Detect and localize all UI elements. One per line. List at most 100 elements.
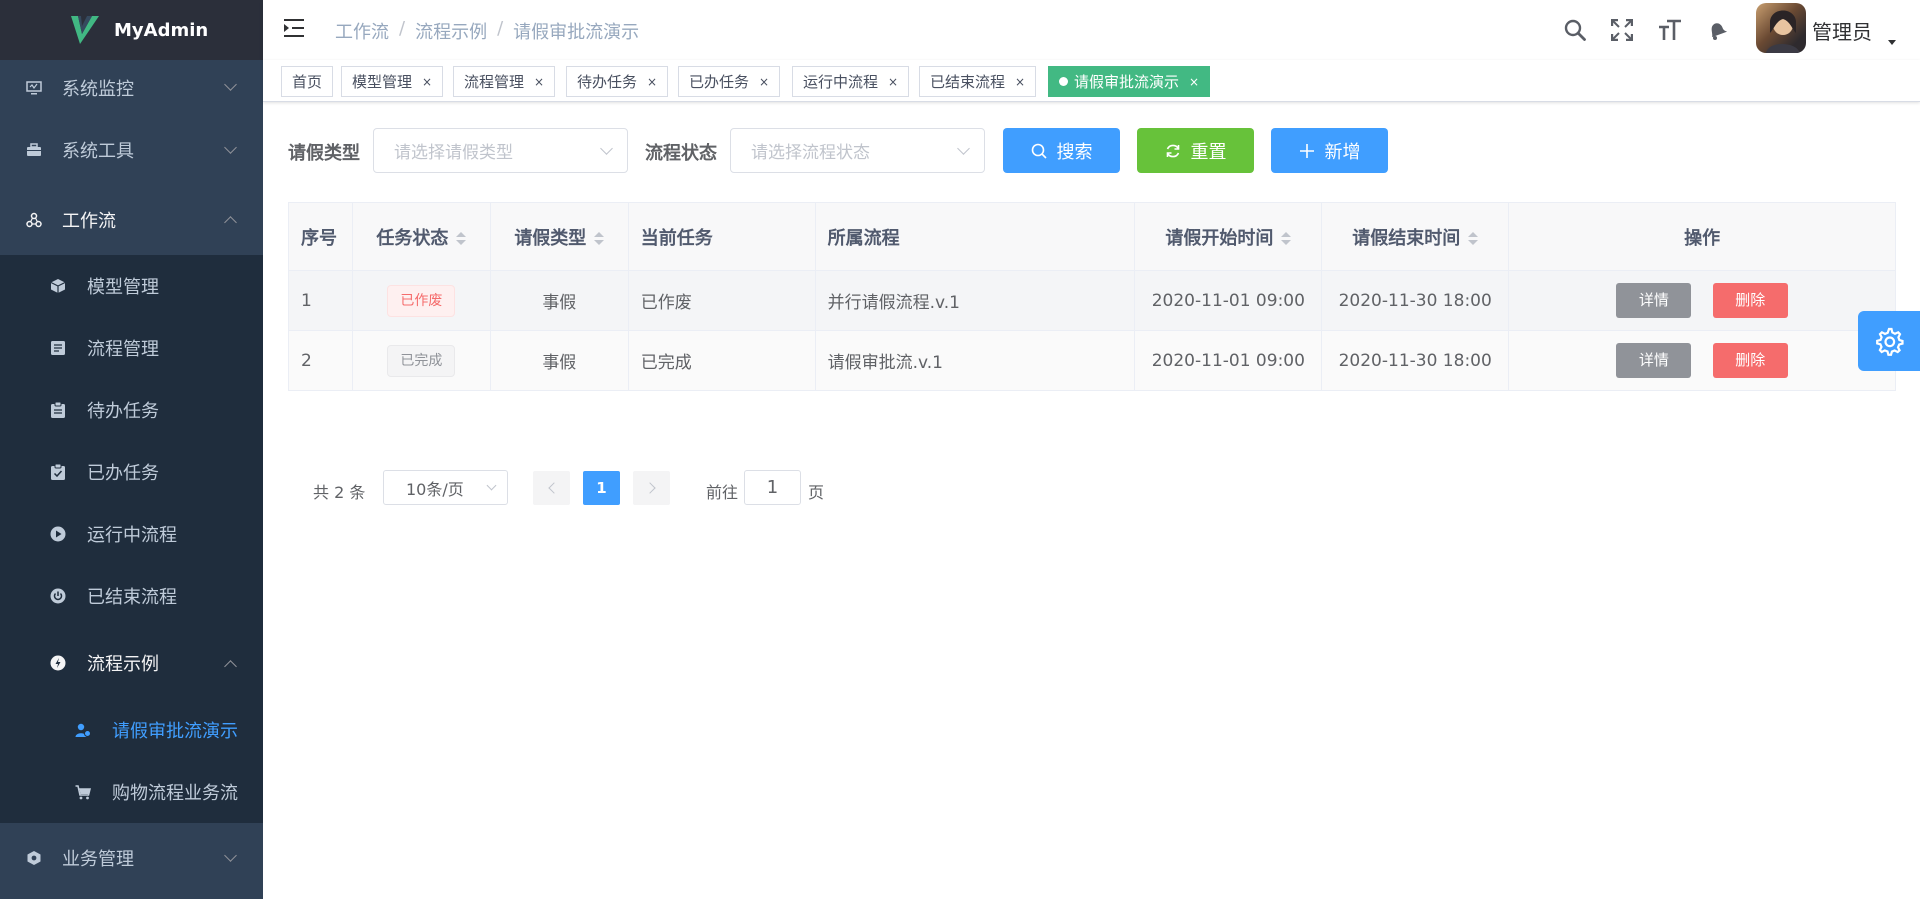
cell-actions: 详情 删除: [1508, 330, 1896, 391]
tag-label: 已办任务: [689, 73, 750, 91]
add-button[interactable]: 新增: [1271, 128, 1388, 173]
sidebar-item-workflow[interactable]: 工作流: [0, 185, 263, 255]
chevron-down-icon: [600, 142, 613, 155]
breadcrumb-separator: /: [497, 18, 504, 39]
clipboard-check-icon: [50, 464, 66, 480]
page-number-current[interactable]: 1: [583, 471, 620, 505]
goto-page-input[interactable]: 1: [744, 470, 801, 505]
sidebar-item-finished-process[interactable]: 已结束流程: [0, 565, 263, 627]
column-header-task-status[interactable]: 任务状态: [351, 202, 491, 271]
delete-button[interactable]: 删除: [1712, 283, 1788, 318]
detail-button[interactable]: 详情: [1616, 283, 1692, 318]
sort-icon[interactable]: [1468, 231, 1479, 246]
add-button-label: 新增: [1324, 141, 1361, 163]
tag-running-process[interactable]: 运行中流程 ×: [792, 66, 910, 97]
sort-icon[interactable]: [1281, 231, 1292, 246]
bell-icon[interactable]: [1703, 16, 1731, 44]
workflow-submenu: 模型管理 流程管理 待办任务 已办任务 运行中流程 已结束流程 流程示例 请假审…: [0, 255, 263, 823]
cell-actions: 详情 删除: [1508, 270, 1896, 331]
sidebar-item-running-process[interactable]: 运行中流程: [0, 503, 263, 565]
detail-button[interactable]: 详情: [1616, 343, 1692, 378]
sort-icon[interactable]: [456, 231, 467, 246]
sidebar-item-tools[interactable]: 系统工具: [0, 115, 263, 185]
avatar[interactable]: [1756, 3, 1806, 53]
sidebar: MyAdmin 系统监控 系统工具 工作流 模型管理 流程管理 待办任务 已办任…: [0, 0, 263, 899]
tag-model-management[interactable]: 模型管理 ×: [341, 66, 444, 97]
sidebar-item-process-examples[interactable]: 流程示例: [0, 627, 263, 699]
list-icon: [50, 340, 66, 356]
search-icon[interactable]: [1561, 16, 1589, 44]
breadcrumb-item[interactable]: 工作流: [335, 18, 389, 44]
navbar: 工作流 / 流程示例 / 请假审批流演示 管理员: [263, 0, 1920, 60]
column-header-actions: 操作: [1508, 202, 1896, 271]
reset-button-label: 重置: [1190, 141, 1227, 163]
cell-process: 请假审批流.v.1: [814, 330, 1136, 391]
sidebar-item-monitor[interactable]: 系统监控: [0, 60, 263, 115]
page-size-value: 10条/页: [406, 479, 464, 499]
leave-type-select[interactable]: 请选择请假类型: [373, 128, 628, 173]
cog-cube-icon: [26, 850, 42, 866]
tag-label: 首页: [292, 73, 323, 91]
prev-page-button[interactable]: [533, 471, 570, 505]
cell-index: 2: [288, 330, 353, 391]
user-name[interactable]: 管理员: [1812, 16, 1872, 45]
column-header-current-task: 当前任务: [627, 202, 816, 271]
chevron-down-icon: [224, 78, 237, 91]
sidebar-item-leave-approval-demo[interactable]: 请假审批流演示: [0, 699, 263, 761]
fullscreen-icon[interactable]: [1608, 16, 1636, 44]
next-page-button[interactable]: [633, 471, 670, 505]
tag-label: 已结束流程: [930, 73, 1006, 91]
sidebar-item-todo-tasks[interactable]: 待办任务: [0, 379, 263, 441]
status-badge: 已作废: [387, 284, 456, 317]
caret-down-icon[interactable]: [1888, 40, 1896, 45]
close-icon[interactable]: ×: [647, 75, 657, 89]
sidebar-item-label: 流程管理: [87, 339, 159, 360]
tag-done-tasks[interactable]: 已办任务 ×: [678, 66, 781, 97]
sidebar-item-done-tasks[interactable]: 已办任务: [0, 441, 263, 503]
tag-finished-process[interactable]: 已结束流程 ×: [919, 66, 1037, 97]
logo[interactable]: MyAdmin: [0, 0, 263, 60]
cell-current-task: 已作废: [627, 270, 816, 331]
tag-home[interactable]: 首页: [281, 66, 334, 97]
close-icon[interactable]: ×: [534, 75, 544, 89]
sidebar-item-label: 模型管理: [87, 277, 159, 298]
breadcrumb-item[interactable]: 流程示例: [415, 18, 487, 44]
sidebar-item-model-management[interactable]: 模型管理: [0, 255, 263, 317]
active-dot-icon: [1059, 77, 1068, 86]
close-icon[interactable]: ×: [888, 75, 898, 89]
close-icon[interactable]: ×: [422, 75, 432, 89]
delete-button[interactable]: 删除: [1712, 343, 1788, 378]
chevron-down-icon: [224, 141, 237, 154]
chevron-down-icon: [224, 849, 237, 862]
close-icon[interactable]: ×: [1189, 75, 1199, 89]
table-header-row: 序号 任务状态 请假类型 当前任务 所属流程 请假开始时间 请假结束时间 操作: [288, 202, 1896, 271]
clipboard-icon: [50, 402, 66, 418]
cell-leave-type: 事假: [489, 330, 629, 391]
font-size-icon[interactable]: [1656, 16, 1684, 44]
column-header-label: 请假结束时间: [1352, 227, 1461, 249]
monitor-icon: [26, 80, 42, 96]
sidebar-item-business[interactable]: 业务管理: [0, 823, 263, 893]
tag-process-management[interactable]: 流程管理 ×: [453, 66, 556, 97]
sidebar-item-shopping-process[interactable]: 购物流程业务流: [0, 761, 263, 823]
page-size-select[interactable]: 10条/页: [383, 470, 508, 505]
sidebar-item-label: 系统监控: [62, 78, 134, 100]
settings-button[interactable]: [1858, 311, 1920, 371]
column-header-leave-type[interactable]: 请假类型: [489, 202, 629, 271]
sort-icon[interactable]: [594, 231, 605, 246]
close-icon[interactable]: ×: [759, 75, 769, 89]
tag-todo-tasks[interactable]: 待办任务 ×: [566, 66, 669, 97]
hamburger-icon[interactable]: [283, 18, 305, 40]
close-icon[interactable]: ×: [1015, 75, 1025, 89]
chevron-down-icon: [957, 142, 970, 155]
tag-leave-approval-demo[interactable]: 请假审批流演示 ×: [1048, 66, 1211, 97]
search-button[interactable]: 搜索: [1003, 128, 1120, 173]
sidebar-item-label: 待办任务: [87, 401, 159, 422]
reset-button[interactable]: 重置: [1137, 128, 1254, 173]
sidebar-item-process-management[interactable]: 流程管理: [0, 317, 263, 379]
app-root: MyAdmin 系统监控 系统工具 工作流 模型管理 流程管理 待办任务 已办任…: [0, 0, 1920, 899]
process-status-select[interactable]: 请选择流程状态: [730, 128, 985, 173]
tag-label: 模型管理: [352, 73, 413, 91]
column-header-end-time[interactable]: 请假结束时间: [1321, 202, 1510, 271]
column-header-start-time[interactable]: 请假开始时间: [1134, 202, 1323, 271]
